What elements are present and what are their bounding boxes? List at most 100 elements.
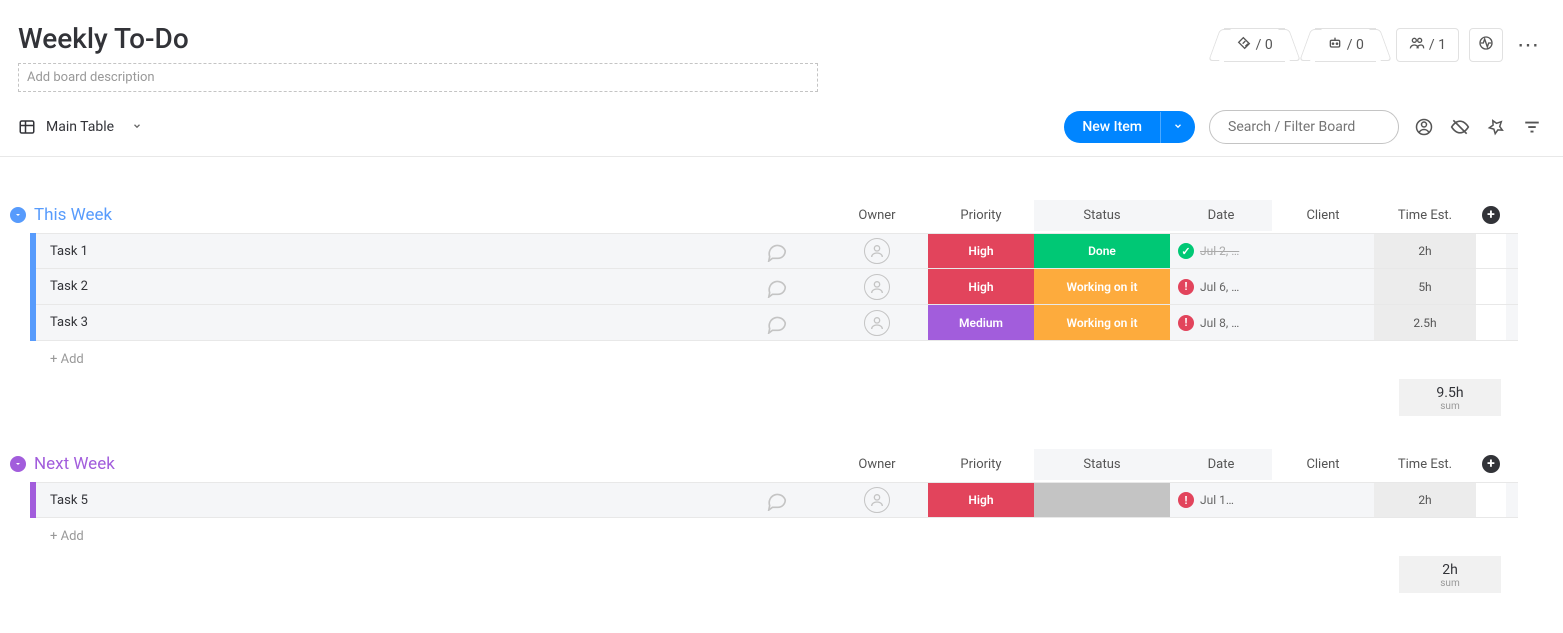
- person-filter-icon[interactable]: [1413, 116, 1435, 138]
- board-toolbar: Main Table New Item: [0, 100, 1563, 157]
- status-cell[interactable]: Working on it: [1034, 305, 1170, 341]
- col-header-time[interactable]: Time Est.: [1374, 449, 1476, 480]
- filter-icon[interactable]: [1521, 116, 1543, 138]
- new-item-dropdown[interactable]: [1160, 112, 1195, 143]
- check-icon: ✓: [1178, 243, 1194, 259]
- board-body: This Week Owner Priority Status Date Cli…: [0, 157, 1563, 633]
- time-sum: 2h sum: [1399, 556, 1501, 593]
- robot-icon: [1327, 35, 1343, 55]
- col-header-priority[interactable]: Priority: [928, 449, 1034, 480]
- automations-badge[interactable]: / 0: [1315, 28, 1376, 62]
- hide-icon[interactable]: [1449, 116, 1471, 138]
- board-description-input[interactable]: Add board description: [18, 63, 818, 92]
- priority-cell[interactable]: High: [928, 482, 1034, 518]
- col-header-time[interactable]: Time Est.: [1374, 200, 1476, 231]
- board-title[interactable]: Weekly To-Do: [18, 22, 1214, 55]
- owner-cell[interactable]: [826, 482, 928, 518]
- integrations-badge[interactable]: / 0: [1224, 28, 1285, 62]
- owner-cell[interactable]: [826, 269, 928, 305]
- task-name[interactable]: Task 2: [36, 269, 728, 305]
- owner-cell[interactable]: [826, 305, 928, 341]
- table-row[interactable]: Task 3 Medium Working on it ! Jul 8, … 2…: [6, 305, 1543, 341]
- task-name[interactable]: Task 5: [36, 482, 728, 518]
- date-text: Jul 6, …: [1200, 280, 1239, 294]
- col-header-status[interactable]: Status: [1034, 200, 1170, 231]
- people-icon: [1409, 35, 1425, 55]
- alert-icon: !: [1178, 492, 1194, 508]
- add-item-row[interactable]: + Add: [6, 518, 1543, 554]
- col-header-status[interactable]: Status: [1034, 449, 1170, 480]
- table-icon: [18, 118, 36, 136]
- col-header-owner[interactable]: Owner: [826, 200, 928, 231]
- group-title[interactable]: This Week: [30, 197, 826, 233]
- date-cell[interactable]: ✓ Jul 2, …: [1170, 233, 1272, 269]
- priority-cell[interactable]: High: [928, 233, 1034, 269]
- priority-cell[interactable]: Medium: [928, 305, 1034, 341]
- add-column-button[interactable]: +: [1476, 206, 1506, 224]
- status-cell[interactable]: Working on it: [1034, 269, 1170, 305]
- col-header-priority[interactable]: Priority: [928, 200, 1034, 231]
- time-cell[interactable]: 2.5h: [1374, 305, 1476, 341]
- date-text: Jul 1…: [1200, 493, 1234, 507]
- integrations-count: / 0: [1256, 37, 1273, 53]
- status-cell[interactable]: Done: [1034, 233, 1170, 269]
- client-cell[interactable]: [1272, 482, 1374, 518]
- view-selector[interactable]: Main Table: [18, 118, 142, 136]
- avatar-placeholder-icon: [864, 274, 890, 300]
- avatar-placeholder-icon: [864, 238, 890, 264]
- group-header: Next Week Owner Priority Status Date Cli…: [6, 446, 1543, 482]
- add-item-row[interactable]: + Add: [6, 341, 1543, 377]
- more-menu-icon[interactable]: ⋯: [1513, 29, 1543, 62]
- collapse-icon[interactable]: [10, 456, 26, 472]
- time-sum: 9.5h sum: [1399, 379, 1501, 416]
- col-header-client[interactable]: Client: [1272, 200, 1374, 231]
- time-cell[interactable]: 2h: [1374, 482, 1476, 518]
- alert-icon: !: [1178, 315, 1194, 331]
- client-cell[interactable]: [1272, 305, 1374, 341]
- status-cell[interactable]: [1034, 482, 1170, 518]
- sum-row: 9.5h sum: [6, 379, 1543, 416]
- client-cell[interactable]: [1272, 269, 1374, 305]
- date-cell[interactable]: ! Jul 1…: [1170, 482, 1272, 518]
- chat-icon[interactable]: [728, 305, 826, 341]
- alert-icon: !: [1178, 279, 1194, 295]
- activity-icon: [1478, 35, 1494, 55]
- task-name[interactable]: Task 1: [36, 233, 728, 269]
- header-left: Weekly To-Do Add board description: [18, 22, 1214, 92]
- col-header-client[interactable]: Client: [1272, 449, 1374, 480]
- owner-cell[interactable]: [826, 233, 928, 269]
- chat-icon[interactable]: [728, 482, 826, 518]
- date-text: Jul 8, …: [1200, 316, 1239, 330]
- new-item-button[interactable]: New Item: [1064, 111, 1195, 143]
- client-cell[interactable]: [1272, 233, 1374, 269]
- col-header-date[interactable]: Date: [1170, 449, 1272, 480]
- table-row[interactable]: Task 2 High Working on it ! Jul 6, … 5h: [6, 269, 1543, 305]
- group-header: This Week Owner Priority Status Date Cli…: [6, 197, 1543, 233]
- activity-badge[interactable]: [1469, 28, 1503, 62]
- sum-value: 9.5h: [1399, 385, 1501, 401]
- date-cell[interactable]: ! Jul 6, …: [1170, 269, 1272, 305]
- avatar-placeholder-icon: [864, 487, 890, 513]
- chat-icon[interactable]: [728, 233, 826, 269]
- table-row[interactable]: Task 5 High ! Jul 1… 2h: [6, 482, 1543, 518]
- priority-cell[interactable]: High: [928, 269, 1034, 305]
- group-next_week: Next Week Owner Priority Status Date Cli…: [6, 446, 1543, 593]
- sum-value: 2h: [1399, 562, 1501, 578]
- col-header-owner[interactable]: Owner: [826, 449, 928, 480]
- date-cell[interactable]: ! Jul 8, …: [1170, 305, 1272, 341]
- chevron-down-icon: [132, 119, 142, 135]
- avatar-placeholder-icon: [864, 310, 890, 336]
- table-row[interactable]: Task 1 High Done ✓ Jul 2, … 2h: [6, 233, 1543, 269]
- time-cell[interactable]: 5h: [1374, 269, 1476, 305]
- collapse-icon[interactable]: [10, 207, 26, 223]
- search-input[interactable]: [1209, 110, 1399, 144]
- view-name: Main Table: [46, 119, 114, 135]
- pin-icon[interactable]: [1485, 116, 1507, 138]
- task-name[interactable]: Task 3: [36, 305, 728, 341]
- add-column-button[interactable]: +: [1476, 455, 1506, 473]
- group-title[interactable]: Next Week: [30, 446, 826, 482]
- chat-icon[interactable]: [728, 269, 826, 305]
- members-badge[interactable]: / 1: [1396, 28, 1459, 62]
- col-header-date[interactable]: Date: [1170, 200, 1272, 231]
- time-cell[interactable]: 2h: [1374, 233, 1476, 269]
